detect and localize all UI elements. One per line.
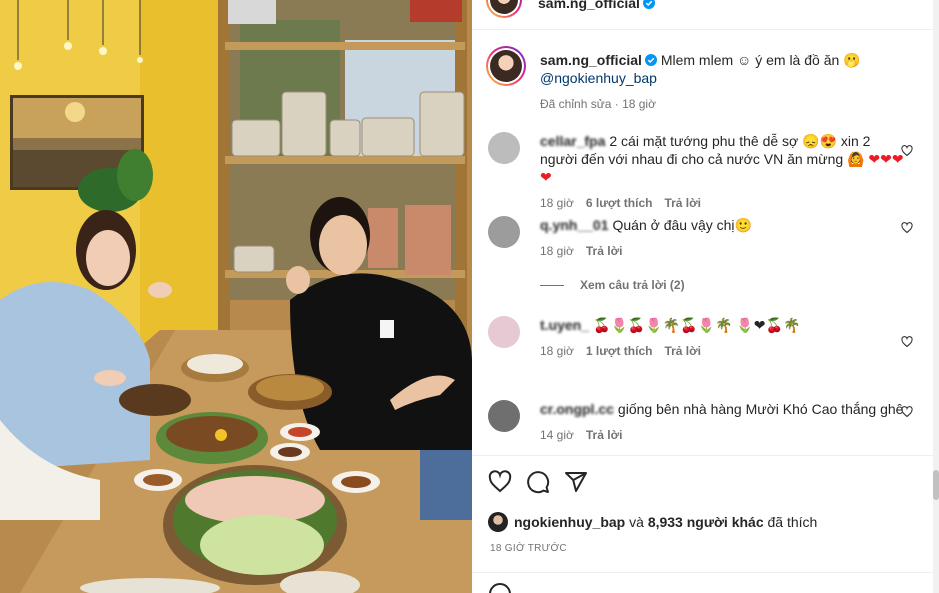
commenter-username[interactable]: cr.ongpl.cc (540, 400, 614, 418)
comment-time: 18 giờ (540, 196, 574, 210)
comment-time: 14 giờ (540, 428, 574, 442)
commenter-username[interactable]: t.uyen_ (540, 316, 589, 334)
scrollbar-thumb[interactable] (933, 470, 939, 500)
post-header: sam.ng_official (486, 0, 655, 18)
verified-icon (642, 0, 655, 9)
commenter-username[interactable]: q.ynh__01 (540, 216, 608, 234)
comment-likes[interactable]: 1 lượt thích (586, 344, 653, 358)
post-caption: sam.ng_official Mlem mlem ☺ ý em là đồ ă… (486, 46, 920, 111)
emoji-icon[interactable] (488, 582, 512, 593)
heart-icon[interactable] (901, 406, 913, 418)
action-bar (488, 470, 588, 494)
liker-avatar[interactable] (488, 512, 508, 532)
replies-line (540, 284, 564, 286)
heart-icon[interactable] (901, 145, 913, 157)
header-username[interactable]: sam.ng_official (538, 0, 640, 11)
view-replies-button[interactable]: Xem câu trả lời (2) (540, 278, 685, 292)
caption-text: Mlem mlem ☺ ý em là đồ ăn 🫢 (660, 52, 861, 68)
caption-avatar[interactable] (486, 46, 526, 86)
comment-item: q.ynh__01 Quán ở đâu vậy chị🙂 18 giờ Trả … (488, 216, 910, 258)
post-photo[interactable] (0, 0, 472, 593)
header-divider (472, 29, 939, 30)
comment-item: cr.ongpl.cc giống bên nhà hàng Mười Khó C… (488, 400, 910, 442)
photo-illustration (0, 0, 472, 593)
commenter-avatar[interactable] (488, 400, 520, 432)
caption-mention[interactable]: @ngokienhuy_bap (540, 70, 657, 86)
comment-icon[interactable] (526, 470, 550, 494)
comment-divider (472, 572, 939, 573)
share-icon[interactable] (564, 470, 588, 494)
commenter-username[interactable]: cellar_fpa (540, 132, 605, 150)
verified-icon (644, 54, 657, 66)
view-replies-label: Xem câu trả lời (2) (580, 278, 685, 292)
heart-icon[interactable] (488, 470, 512, 494)
comment-text: giống bên nhà hàng Mười Khó Cao thắng gh… (617, 401, 904, 417)
heart-icon[interactable] (901, 222, 913, 234)
actions-divider (472, 455, 939, 456)
heart-icon[interactable] (901, 336, 913, 348)
reply-button[interactable]: Trả lời (664, 344, 701, 358)
commenter-avatar[interactable] (488, 132, 520, 164)
comment-time: 18 giờ (540, 344, 574, 358)
commenter-avatar[interactable] (488, 216, 520, 248)
caption-username[interactable]: sam.ng_official (540, 52, 642, 68)
liker-username[interactable]: ngokienhuy_bap (514, 514, 625, 530)
commenter-avatar[interactable] (488, 316, 520, 348)
comment-time: 18 giờ (540, 244, 574, 258)
caption-meta: Đã chỉnh sửa · 18 giờ (540, 97, 656, 111)
author-avatar[interactable] (486, 0, 522, 18)
scrollbar[interactable] (933, 0, 939, 593)
reply-button[interactable]: Trả lời (586, 428, 623, 442)
comment-item: t.uyen_ 🍒🌷🍒🌷🌴🍒🌷🌴 🌷❤🍒🌴 18 giờ 1 lượt thích… (488, 316, 910, 358)
post-details-panel: sam.ng_official sam.ng_official Mlem mle… (472, 0, 939, 593)
reply-button[interactable]: Trả lời (664, 196, 701, 210)
post-timestamp[interactable]: 18 GIỜ TRƯỚC (490, 543, 567, 554)
likes-suffix: đã thích (767, 514, 818, 530)
comment-item: cellar_fpa 2 cái mặt tướng phu thê dễ sợ … (488, 132, 910, 210)
comment-text: Quán ở đâu vậy chị🙂 (612, 217, 752, 233)
reply-button[interactable]: Trả lời (586, 244, 623, 258)
likes-connector: và (629, 514, 644, 530)
comment-text: 🍒🌷🍒🌷🌴🍒🌷🌴 🌷❤🍒🌴 (593, 317, 801, 333)
likes-others[interactable]: 8,933 người khác (648, 514, 764, 530)
likes-summary: ngokienhuy_bap và 8,933 người khác đã th… (488, 512, 817, 532)
comment-likes[interactable]: 6 lượt thích (586, 196, 653, 210)
